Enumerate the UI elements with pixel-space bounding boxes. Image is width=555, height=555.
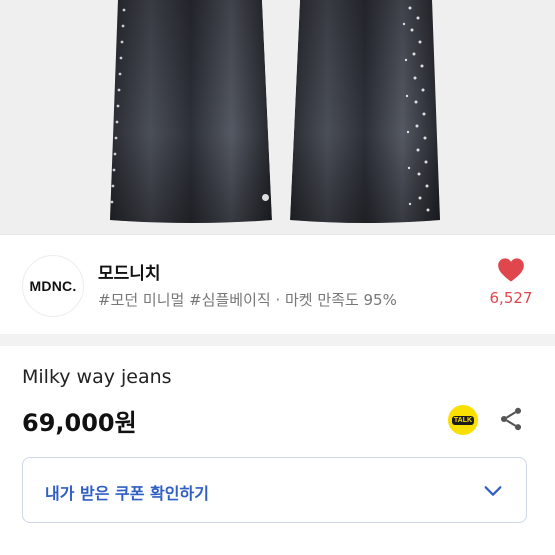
jeans-illustration — [110, 0, 440, 223]
heart-icon — [498, 258, 524, 282]
like-button[interactable]: 6,527 — [480, 257, 542, 307]
like-count: 6,527 — [489, 289, 533, 307]
carousel-dot[interactable] — [262, 194, 269, 201]
kakao-talk-icon[interactable]: TALK — [448, 405, 478, 435]
share-icon[interactable] — [497, 405, 525, 433]
product-price: 69,000원 — [22, 409, 137, 437]
shop-logo-text: MDNC. — [29, 278, 77, 294]
coupon-label: 내가 받은 쿠폰 확인하기 — [45, 484, 209, 503]
coupon-check-button[interactable]: 내가 받은 쿠폰 확인하기 — [22, 457, 527, 523]
shop-name[interactable]: 모드니치 — [98, 259, 161, 284]
talk-label: TALK — [451, 415, 475, 425]
chevron-down-icon — [484, 486, 502, 496]
shop-tags: #모던 미니멀 #심플베이직 · 마켓 만족도 95% — [98, 291, 397, 309]
carousel-indicator[interactable] — [262, 194, 269, 201]
product-title: Milky way jeans — [22, 366, 172, 388]
shop-row[interactable]: MDNC. 모드니치 #모던 미니멀 #심플베이직 · 마켓 만족도 95% 6… — [0, 235, 555, 334]
product-image[interactable] — [0, 0, 555, 234]
shop-logo[interactable]: MDNC. — [22, 255, 84, 317]
section-divider — [0, 334, 555, 346]
